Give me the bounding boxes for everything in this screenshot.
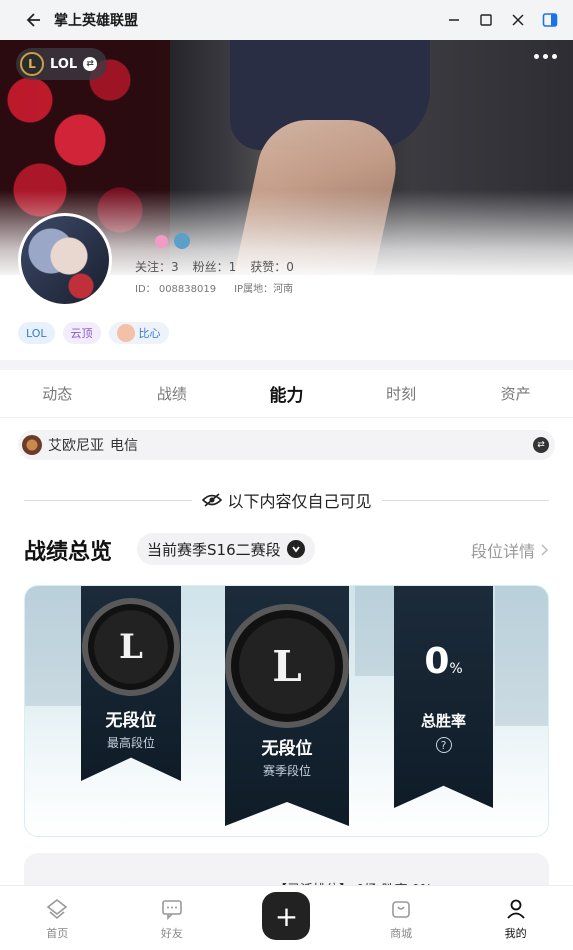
id-row: ID： 008838019 IP属地：河南 [135, 280, 293, 295]
season-rank-value: 无段位 [261, 739, 313, 759]
winrate-label: 总胜率 [420, 712, 466, 730]
rank-card[interactable]: L L 无段位 最高段位 无段位 赛季段位 0% 总胜率 ? [24, 585, 549, 837]
season-rank-emblem-icon: L [225, 604, 349, 728]
tab-moments[interactable]: 时刻 [344, 370, 459, 417]
highest-rank-value: 无段位 [105, 711, 157, 731]
highest-rank-label: 最高段位 [106, 736, 155, 750]
sidebar-toggle-icon[interactable] [541, 11, 559, 29]
nickname-row: ... [135, 232, 191, 250]
server-isp: 电信 [110, 438, 138, 454]
switch-icon: ⇄ [83, 57, 98, 71]
privacy-note: 以下内容仅自己可见 [227, 492, 372, 511]
window-controls [445, 11, 559, 29]
season-rank: 无段位 赛季段位 [225, 734, 349, 779]
bixin-avatar-icon [116, 324, 135, 342]
tag-bixin[interactable]: 比心 [108, 322, 169, 344]
profile-icon [503, 896, 529, 922]
lol-logo-icon: L [20, 52, 44, 76]
badge-pink-icon [155, 234, 169, 248]
switch-server-icon[interactable]: ⇄ [533, 437, 549, 453]
user-id: ID： 008838019 [135, 284, 217, 295]
likes-count: 获赞：0 [250, 260, 294, 274]
game-switch-pill[interactable]: L LOL ⇄ [16, 48, 108, 80]
section-divider [0, 360, 573, 370]
nav-home[interactable]: 首页 [0, 886, 115, 950]
tab-ability[interactable]: 能力 [229, 370, 344, 417]
tab-records[interactable]: 战绩 [115, 370, 230, 417]
nav-create[interactable]: + [229, 886, 344, 950]
maximize-icon[interactable] [477, 11, 495, 29]
app-page: 掌上英雄联盟 L LOL ⇄ ... 关注：3 粉丝：1 获赞：0 ID： 00… [0, 0, 573, 950]
tag-lol[interactable]: LOL [18, 322, 55, 344]
fans-count[interactable]: 粉丝：1 [193, 258, 237, 275]
follow-count[interactable]: 关注：3 [135, 258, 179, 275]
game-tags: LOL 云顶 比心 [18, 322, 169, 344]
plus-icon: + [262, 892, 311, 940]
home-icon [44, 896, 70, 922]
rank-detail-link[interactable]: 段位详情 [471, 538, 549, 562]
badge-rank-icon [174, 233, 191, 249]
privacy-divider: 以下内容仅自己可见 [24, 488, 550, 512]
server-selector[interactable]: 艾欧尼亚 电信 ⇄ [18, 430, 555, 460]
help-icon[interactable]: ? [435, 737, 452, 753]
minimize-icon[interactable] [445, 11, 463, 29]
nav-shop[interactable]: 商城 [344, 886, 459, 950]
winrate-banner [394, 586, 493, 808]
tab-feed[interactable]: 动态 [0, 370, 115, 417]
highest-rank-emblem-icon: L [82, 598, 180, 696]
nickname: ... [135, 232, 150, 250]
close-icon[interactable] [509, 11, 527, 29]
avatar[interactable] [18, 213, 112, 307]
more-options-icon[interactable] [534, 54, 557, 59]
overview-title: 战绩总览 [24, 540, 113, 565]
chevron-down-icon [286, 540, 305, 558]
profile-tabs: 动态 战绩 能力 时刻 资产 [0, 370, 573, 418]
winrate: 总胜率 ? [394, 710, 493, 753]
window-title: 掌上英雄联盟 [54, 13, 138, 29]
chat-icon [159, 896, 185, 922]
chevron-right-icon [541, 544, 549, 556]
profile-stats: 关注：3 粉丝：1 获赞：0 [135, 258, 294, 275]
eye-hidden-icon [201, 493, 222, 507]
season-selector[interactable]: 当前赛季S16二赛段 [137, 533, 315, 565]
window-titlebar: 掌上英雄联盟 [0, 0, 573, 40]
tab-assets[interactable]: 资产 [458, 370, 573, 417]
highest-rank: 无段位 最高段位 [81, 706, 181, 751]
nav-friends[interactable]: 好友 [115, 886, 230, 950]
shop-icon [388, 896, 414, 922]
season-rank-label: 赛季段位 [262, 764, 311, 778]
game-label: LOL [50, 56, 78, 72]
bottom-navigation: 首页 好友 + 商城 我的 [0, 885, 573, 950]
tag-tft[interactable]: 云顶 [62, 322, 101, 344]
ip-location: IP属地：河南 [234, 284, 294, 295]
winrate-value: 0% [424, 641, 463, 682]
server-region: 艾欧尼亚 [48, 438, 104, 454]
back-arrow-icon[interactable] [22, 9, 44, 31]
season-label: 当前赛季S16二赛段 [147, 540, 281, 559]
server-avatar-icon [22, 435, 42, 455]
nav-me[interactable]: 我的 [458, 886, 573, 950]
